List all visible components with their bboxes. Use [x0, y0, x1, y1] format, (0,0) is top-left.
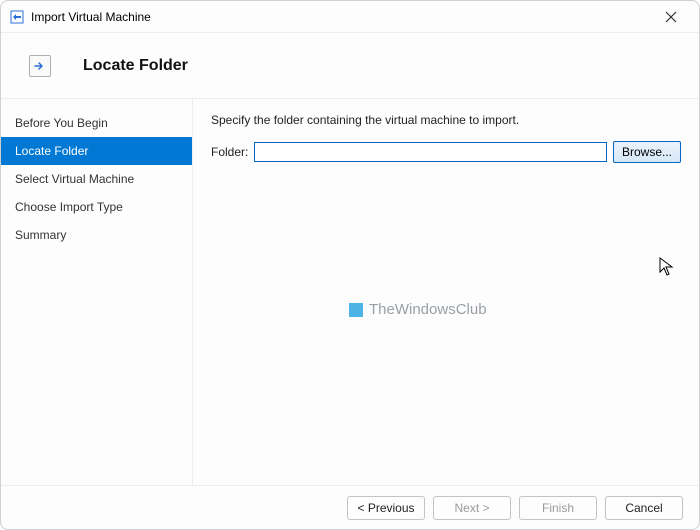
watermark-square-icon — [349, 303, 363, 317]
dialog-window: Import Virtual Machine Locate Folder Bef… — [0, 0, 700, 530]
folder-input[interactable] — [254, 142, 607, 162]
sidebar-item-summary[interactable]: Summary — [1, 221, 192, 249]
wizard-content: Specify the folder containing the virtua… — [193, 99, 699, 485]
instruction-text: Specify the folder containing the virtua… — [211, 113, 681, 127]
wizard-footer: < Previous Next > Finish Cancel — [1, 485, 699, 529]
next-button[interactable]: Next > — [433, 496, 511, 520]
finish-button[interactable]: Finish — [519, 496, 597, 520]
close-button[interactable] — [651, 3, 691, 31]
browse-button[interactable]: Browse... — [613, 141, 681, 163]
cancel-button[interactable]: Cancel — [605, 496, 683, 520]
wizard-body: Before You Begin Locate Folder Select Vi… — [1, 99, 699, 485]
sidebar-item-choose-import-type[interactable]: Choose Import Type — [1, 193, 192, 221]
folder-label: Folder: — [211, 145, 248, 159]
watermark-text: TheWindowsClub — [369, 301, 487, 318]
window-title: Import Virtual Machine — [31, 10, 151, 24]
wizard-steps-sidebar: Before You Begin Locate Folder Select Vi… — [1, 99, 193, 485]
folder-row: Folder: Browse... — [211, 141, 681, 163]
watermark: TheWindowsClub — [349, 301, 487, 318]
sidebar-item-before-you-begin[interactable]: Before You Begin — [1, 109, 192, 137]
import-arrow-icon — [29, 55, 51, 77]
previous-button[interactable]: < Previous — [347, 496, 425, 520]
sidebar-item-select-virtual-machine[interactable]: Select Virtual Machine — [1, 165, 192, 193]
sidebar-item-locate-folder[interactable]: Locate Folder — [1, 137, 192, 165]
titlebar: Import Virtual Machine — [1, 1, 699, 33]
page-title: Locate Folder — [83, 57, 188, 75]
wizard-header: Locate Folder — [1, 33, 699, 99]
app-icon — [9, 9, 25, 25]
cursor-pointer-icon — [659, 257, 675, 280]
